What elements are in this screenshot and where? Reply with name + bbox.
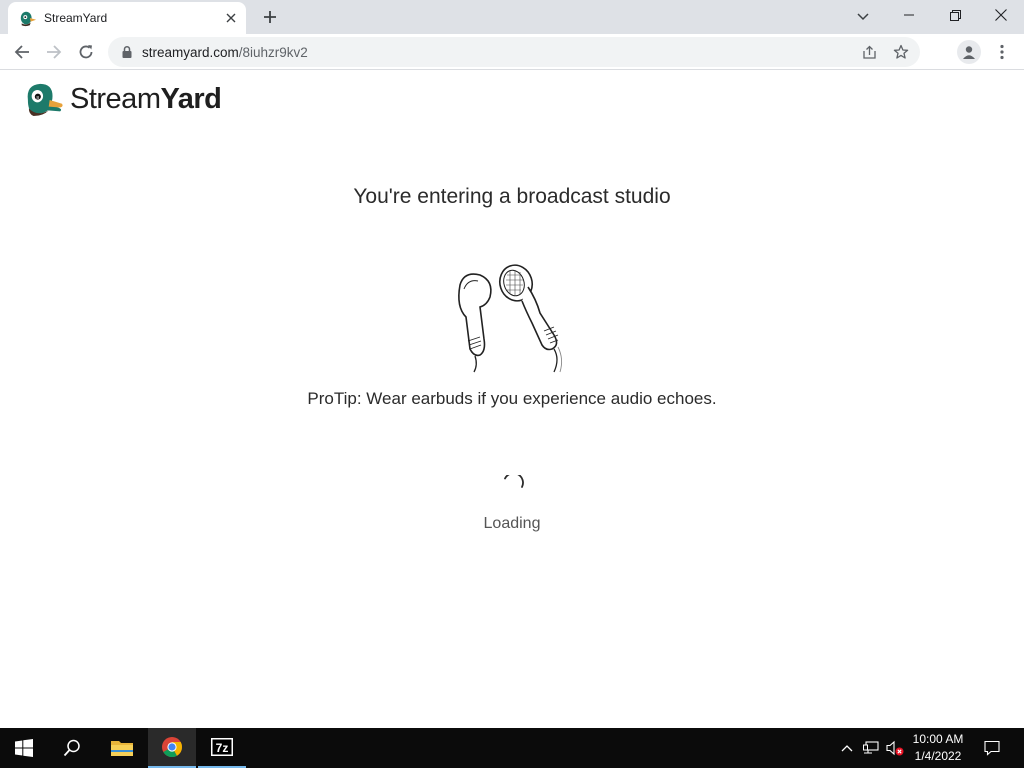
bookmark-star-icon[interactable] xyxy=(888,39,914,65)
page-content: 8 StreamYard You're entering a broadcast… xyxy=(0,71,1024,728)
url-host: streamyard.com xyxy=(142,44,239,60)
taskbar: 7z 10:00 AM 1/4/2022 xyxy=(0,728,1024,768)
taskbar-clock[interactable]: 10:00 AM 1/4/2022 xyxy=(905,731,971,765)
7zip-button[interactable]: 7z xyxy=(198,728,246,768)
tab-strip: StreamYard xyxy=(0,0,1024,34)
forward-button[interactable] xyxy=(40,38,68,66)
person-icon xyxy=(963,46,975,59)
loading-spinner-icon xyxy=(504,475,524,488)
restore-icon xyxy=(949,9,961,21)
close-icon xyxy=(995,9,1007,21)
streamyard-duck-icon xyxy=(20,11,37,27)
loading-label: Loading xyxy=(483,515,541,532)
7zip-label: 7z xyxy=(216,741,229,755)
url-path: /8iuhzr9kv2 xyxy=(238,44,308,60)
clock-date: 1/4/2022 xyxy=(914,749,962,763)
url-text[interactable]: streamyard.com/8iuhzr9kv2 xyxy=(142,45,856,60)
streamyard-logo[interactable]: 8 StreamYard xyxy=(24,81,222,117)
streamyard-duck-icon: 8 xyxy=(27,83,63,117)
search-icon xyxy=(63,739,80,757)
start-button[interactable] xyxy=(0,728,48,768)
volume-tray-button[interactable] xyxy=(884,728,906,768)
arrow-right-icon xyxy=(47,45,62,59)
network-tray-button[interactable] xyxy=(860,728,882,768)
svg-text:8: 8 xyxy=(36,95,39,101)
action-center-icon xyxy=(984,740,1000,756)
chrome-button[interactable] xyxy=(148,728,196,768)
tab-close-icon[interactable] xyxy=(221,8,241,28)
volume-muted-icon xyxy=(886,740,904,756)
minimize-icon xyxy=(904,14,914,16)
arrow-left-icon xyxy=(14,45,29,59)
logo-stream: Stream xyxy=(70,82,161,115)
tab-title: StreamYard xyxy=(44,11,108,25)
page-title: You're entering a broadcast studio xyxy=(353,185,671,208)
lock-icon[interactable] xyxy=(120,45,134,59)
new-tab-button[interactable] xyxy=(258,5,282,29)
chrome-icon xyxy=(162,737,183,758)
earbuds-illustration xyxy=(458,264,563,373)
tab-streamyard[interactable]: StreamYard xyxy=(8,2,246,34)
chevron-up-icon xyxy=(841,745,853,752)
close-window-button[interactable] xyxy=(978,0,1024,30)
logo-wordmark: StreamYard xyxy=(70,82,222,116)
browser-menu-button[interactable] xyxy=(992,40,1012,64)
minimize-button[interactable] xyxy=(886,0,932,30)
network-icon xyxy=(863,741,879,754)
chevron-down-icon xyxy=(857,13,869,21)
tab-search-button[interactable] xyxy=(852,6,874,28)
reload-icon xyxy=(79,45,93,59)
kebab-menu-icon xyxy=(1000,44,1004,60)
reload-button[interactable] xyxy=(72,38,100,66)
profile-avatar[interactable] xyxy=(957,40,981,64)
file-explorer-icon xyxy=(111,741,133,756)
notifications-button[interactable] xyxy=(978,728,1006,768)
plus-icon xyxy=(264,11,276,23)
clock-time: 10:00 AM xyxy=(912,732,964,746)
address-bar[interactable]: streamyard.com/8iuhzr9kv2 xyxy=(108,37,920,67)
logo-yard: Yard xyxy=(160,82,222,115)
search-button[interactable] xyxy=(48,728,96,768)
back-button[interactable] xyxy=(8,38,36,66)
protip-text: ProTip: Wear earbuds if you experience a… xyxy=(307,389,717,408)
file-explorer-button[interactable] xyxy=(98,728,146,768)
restore-button[interactable] xyxy=(932,0,978,30)
share-icon[interactable] xyxy=(856,39,882,65)
browser-toolbar: streamyard.com/8iuhzr9kv2 xyxy=(0,34,1024,70)
start-icon xyxy=(15,739,33,757)
show-hidden-icons-button[interactable] xyxy=(836,728,858,768)
7zip-icon: 7z xyxy=(211,738,233,756)
